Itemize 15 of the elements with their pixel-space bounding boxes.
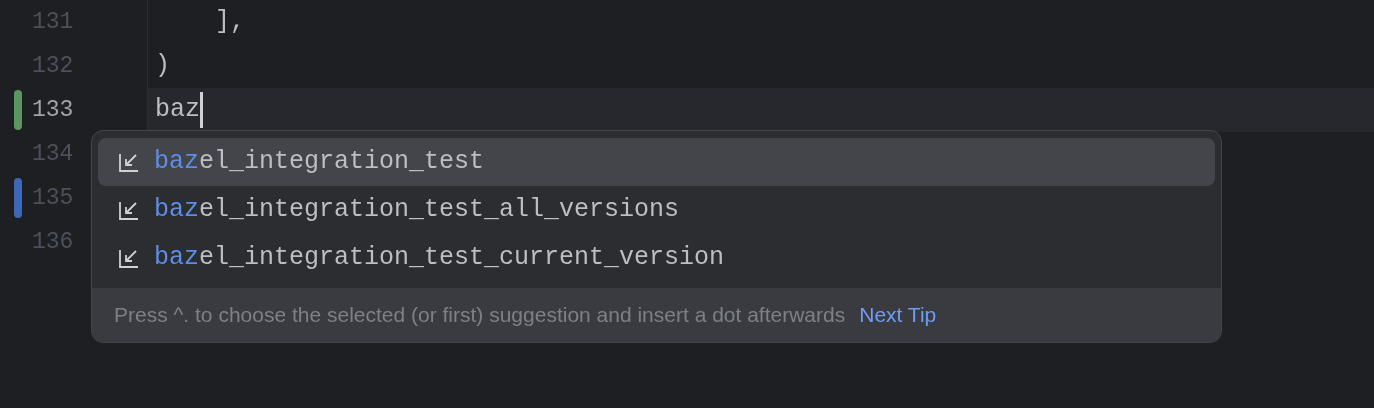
completion-item[interactable]: bazel_integration_test <box>98 138 1215 186</box>
line-number: 133 <box>32 95 74 125</box>
code-line: ], <box>214 6 245 39</box>
tip-text: Press ^. to choose the selected (or first) suggestion and insert a dot afterwards <box>114 302 846 329</box>
insert-arrow-icon <box>118 247 140 269</box>
code-line: ) <box>155 50 170 83</box>
completion-text: bazel_integration_test <box>154 146 485 179</box>
insert-arrow-icon <box>118 151 140 173</box>
completion-item[interactable]: bazel_integration_test_all_versions <box>98 186 1215 234</box>
insert-arrow-icon <box>118 199 140 221</box>
code-line: baz <box>155 94 200 127</box>
next-tip-link[interactable]: Next Tip <box>859 299 937 331</box>
completion-text: bazel_integration_test_current_version <box>154 242 725 275</box>
completion-item[interactable]: bazel_integration_test_current_version <box>98 234 1215 282</box>
completion-text: bazel_integration_test_all_versions <box>154 194 680 227</box>
